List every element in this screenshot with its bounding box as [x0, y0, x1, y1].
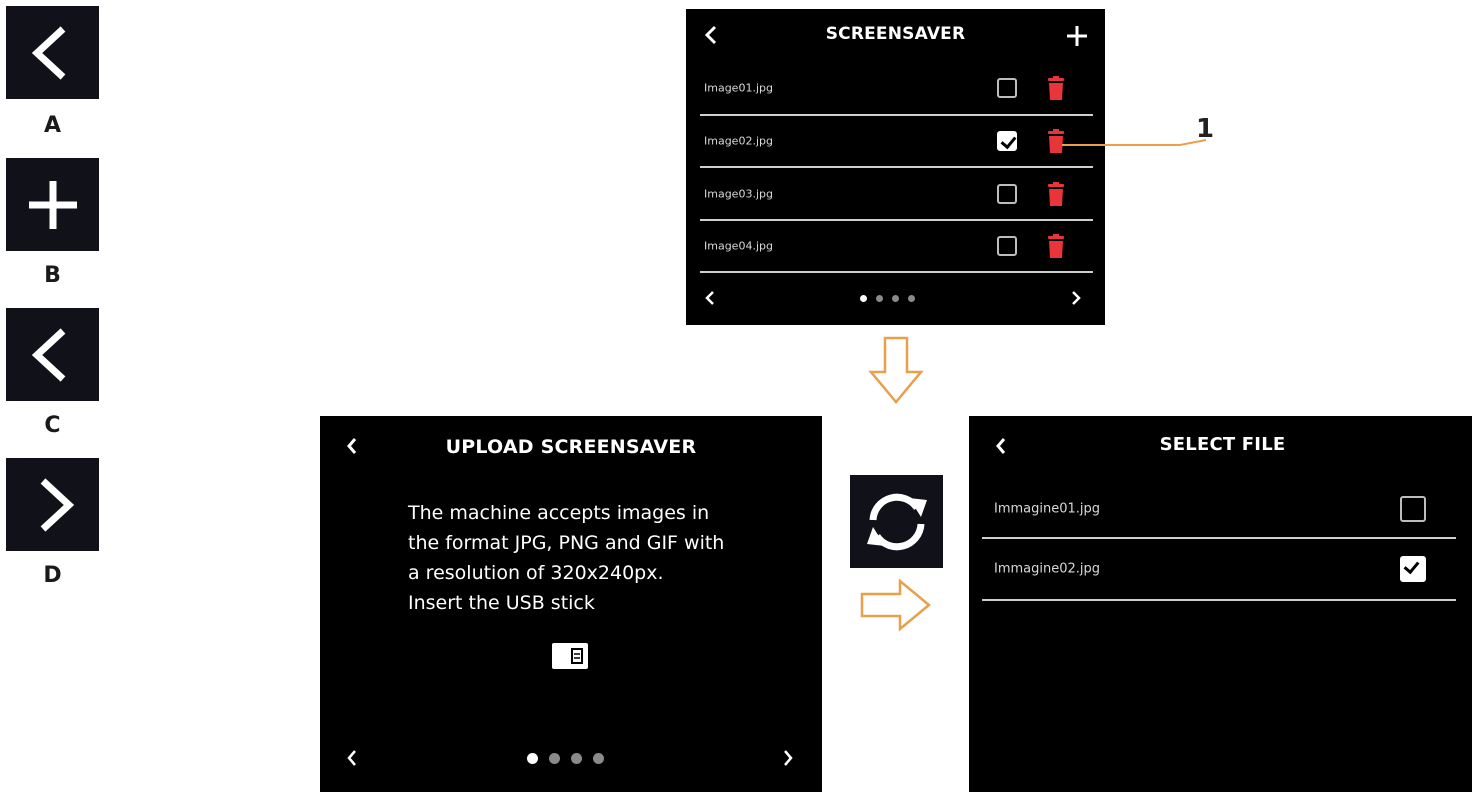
select-checkbox[interactable]	[997, 78, 1017, 98]
next-page-button[interactable]	[1066, 287, 1086, 309]
usb-stick-icon	[552, 643, 588, 669]
chevron-left-icon	[705, 291, 714, 305]
add-button[interactable]	[1064, 23, 1090, 49]
legend-tile-b	[6, 158, 99, 251]
trash-icon[interactable]	[1047, 181, 1065, 206]
message-line: The machine accepts images in	[408, 502, 710, 524]
file-name: Image02.jpg	[704, 134, 773, 147]
page-dot[interactable]	[876, 295, 883, 302]
file-name: Image03.jpg	[704, 187, 773, 200]
chevron-left-icon	[31, 25, 65, 80]
select-checkbox-checked[interactable]	[1400, 556, 1426, 582]
file-row[interactable]: Immagine02.jpg	[982, 539, 1456, 601]
page-dot[interactable]	[571, 753, 582, 764]
legend-tile-d	[6, 458, 99, 551]
file-row[interactable]: Image03.jpg	[700, 168, 1093, 221]
chevron-right-icon	[40, 477, 74, 532]
legend-tile-a	[6, 6, 99, 99]
upload-message: The machine accepts images in the format…	[408, 498, 724, 618]
prev-page-button[interactable]	[700, 287, 720, 309]
trash-icon[interactable]	[1047, 76, 1065, 100]
screen-title: SELECT FILE	[1159, 434, 1286, 455]
select-file-screen: SELECT FILE Immagine01.jpg Immagine02.jp…	[969, 416, 1472, 792]
page-dot[interactable]	[908, 295, 915, 302]
page-dot-active[interactable]	[860, 295, 867, 302]
page-dot-active[interactable]	[527, 753, 538, 764]
file-name: Image01.jpg	[704, 81, 773, 95]
screen-title: SCREENSAVER	[825, 24, 966, 44]
screen-title: UPLOAD SCREENSAVER	[445, 436, 697, 458]
legend-tile-c	[6, 308, 99, 401]
legend-letter-a: A	[43, 113, 62, 138]
legend-letter-d: D	[43, 563, 62, 588]
select-checkbox[interactable]	[997, 183, 1017, 204]
legend-letter-c: C	[44, 413, 61, 438]
upload-screensaver-screen: UPLOAD SCREENSAVER The machine accepts i…	[320, 416, 822, 792]
page-indicator	[860, 295, 915, 302]
file-row[interactable]: Image01.jpg	[700, 62, 1093, 116]
chevron-left-icon	[31, 327, 65, 382]
callout-label: 1	[1196, 114, 1215, 144]
message-line: the format JPG, PNG and GIF with	[408, 532, 725, 554]
select-checkbox-checked[interactable]	[997, 130, 1017, 151]
page-dot[interactable]	[892, 295, 899, 302]
page-dot[interactable]	[593, 753, 604, 764]
callout-line	[1062, 139, 1207, 146]
arrow-down-icon	[868, 336, 924, 404]
select-checkbox[interactable]	[997, 236, 1017, 256]
arrow-right-icon	[860, 578, 931, 632]
file-row[interactable]: Image04.jpg	[700, 221, 1093, 273]
file-name: Immagine01.jpg	[994, 501, 1101, 516]
page-dot[interactable]	[549, 753, 560, 764]
next-page-button[interactable]	[778, 746, 798, 770]
chevron-right-icon	[784, 750, 793, 766]
file-name: Immagine02.jpg	[994, 561, 1101, 577]
legend-letter-b: B	[44, 263, 61, 288]
refresh-tile	[850, 475, 943, 568]
screensaver-screen: SCREENSAVER Image01.jpg Image02.jpg Imag…	[686, 9, 1105, 325]
file-row[interactable]: Image02.jpg	[700, 115, 1093, 168]
page-indicator	[527, 753, 604, 764]
message-line: a resolution of 320x240px.	[408, 562, 664, 584]
select-checkbox[interactable]	[1400, 495, 1426, 522]
chevron-left-icon	[347, 750, 356, 766]
plus-icon	[28, 180, 77, 229]
trash-icon[interactable]	[1047, 234, 1065, 258]
chevron-right-icon	[1072, 291, 1081, 305]
refresh-icon	[866, 493, 927, 550]
plus-icon	[1067, 26, 1087, 46]
message-line: Insert the USB stick	[408, 592, 595, 614]
prev-page-button[interactable]	[342, 746, 362, 770]
file-name: Image04.jpg	[704, 239, 773, 253]
file-row[interactable]: Immagine01.jpg	[982, 480, 1456, 539]
